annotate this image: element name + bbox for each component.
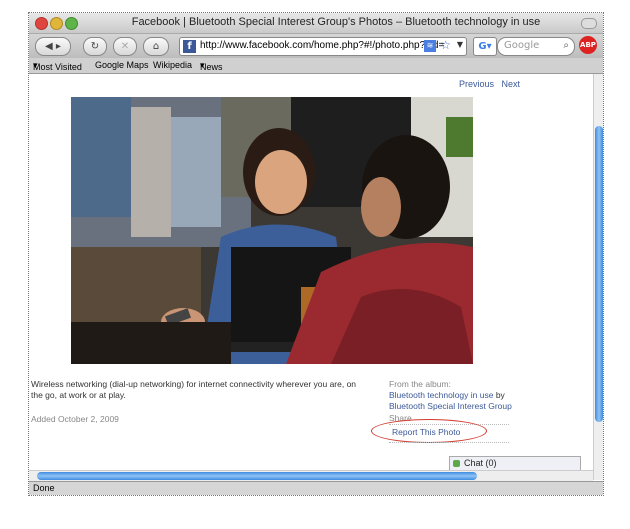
home-icon: ⌂ [152,41,160,52]
back-arrow-icon: ◀ ▸ [45,41,61,52]
horizontal-scroll-thumb[interactable] [37,472,477,480]
close-window-button[interactable] [35,17,48,30]
url-bar[interactable]: f http://www.facebook.com/home.php?#!/ph… [179,37,467,56]
album-owner-link[interactable]: Bluetooth Special Interest Group [389,401,549,412]
url-text[interactable]: http://www.facebook.com/home.php?#!/phot… [200,40,444,51]
previous-link[interactable]: Previous [459,79,494,89]
stop-button[interactable]: ✕ [113,37,137,56]
chat-label: Chat (0) [464,458,497,468]
bookmarks-toolbar: Most Visited ▾ Google Maps Wikipedia New… [29,58,603,74]
vertical-scroll-thumb[interactable] [595,126,603,422]
album-label: From the album: [389,379,451,389]
status-bar: Done [29,481,603,495]
navigation-toolbar: ◀ ▸ ↻ ✕ ⌂ f http://www.facebook.com/home… [29,34,603,58]
zoom-window-button[interactable] [65,17,78,30]
stop-icon: ✕ [120,41,130,52]
status-text: Done [33,483,55,493]
reload-button[interactable]: ↻ [83,37,107,56]
horizontal-scrollbar[interactable] [29,470,593,481]
photo-description: Wireless networking (dial-up networking)… [31,379,357,400]
photo-image [71,97,473,364]
bookmark-google-maps[interactable]: Google Maps [95,60,149,70]
search-field[interactable]: Google ⌕ [497,37,575,56]
url-dropdown-icon[interactable]: ▼ [457,40,463,49]
bookmark-star-icon[interactable]: ☆ [440,38,451,52]
adblock-icon[interactable]: ABP [579,36,597,54]
window-title: Facebook | Bluetooth Special Interest Gr… [131,16,541,28]
title-bar: Facebook | Bluetooth Special Interest Gr… [29,13,603,34]
toolbar-toggle-button[interactable] [581,18,597,29]
page-content: Previous Next Wireless networking (dial-… [29,74,593,480]
album-by-label: by [495,390,505,400]
album-info: From the album: Bluetooth technology in … [389,379,549,412]
minimize-window-button[interactable] [50,17,63,30]
next-link[interactable]: Next [502,79,521,89]
bookmark-news[interactable]: News ▾ [200,60,223,72]
home-button[interactable]: ⌂ [143,37,169,56]
album-link[interactable]: Bluetooth technology in use [389,390,493,400]
browser-window: Facebook | Bluetooth Special Interest Gr… [28,12,604,496]
back-button[interactable]: ◀ ▸ [35,37,71,56]
search-placeholder: Google [504,40,540,51]
divider [389,442,509,443]
photo-added-date: Added October 2, 2009 [31,414,119,424]
search-icon[interactable]: ⌕ [563,40,569,51]
search-engine-icon[interactable]: G▾ [473,37,497,56]
facebook-favicon-icon: f [183,40,196,53]
bookmark-most-visited[interactable]: Most Visited ▾ [33,60,82,72]
highlight-annotation [371,419,487,443]
reload-icon: ↻ [90,41,100,52]
chat-status-icon [453,460,460,467]
photo[interactable] [71,97,473,364]
photo-pager: Previous Next [459,79,525,89]
bookmark-wikipedia[interactable]: Wikipedia [153,60,192,70]
vertical-scrollbar[interactable] [593,74,603,480]
rss-feed-icon[interactable]: ≋ [424,40,436,52]
